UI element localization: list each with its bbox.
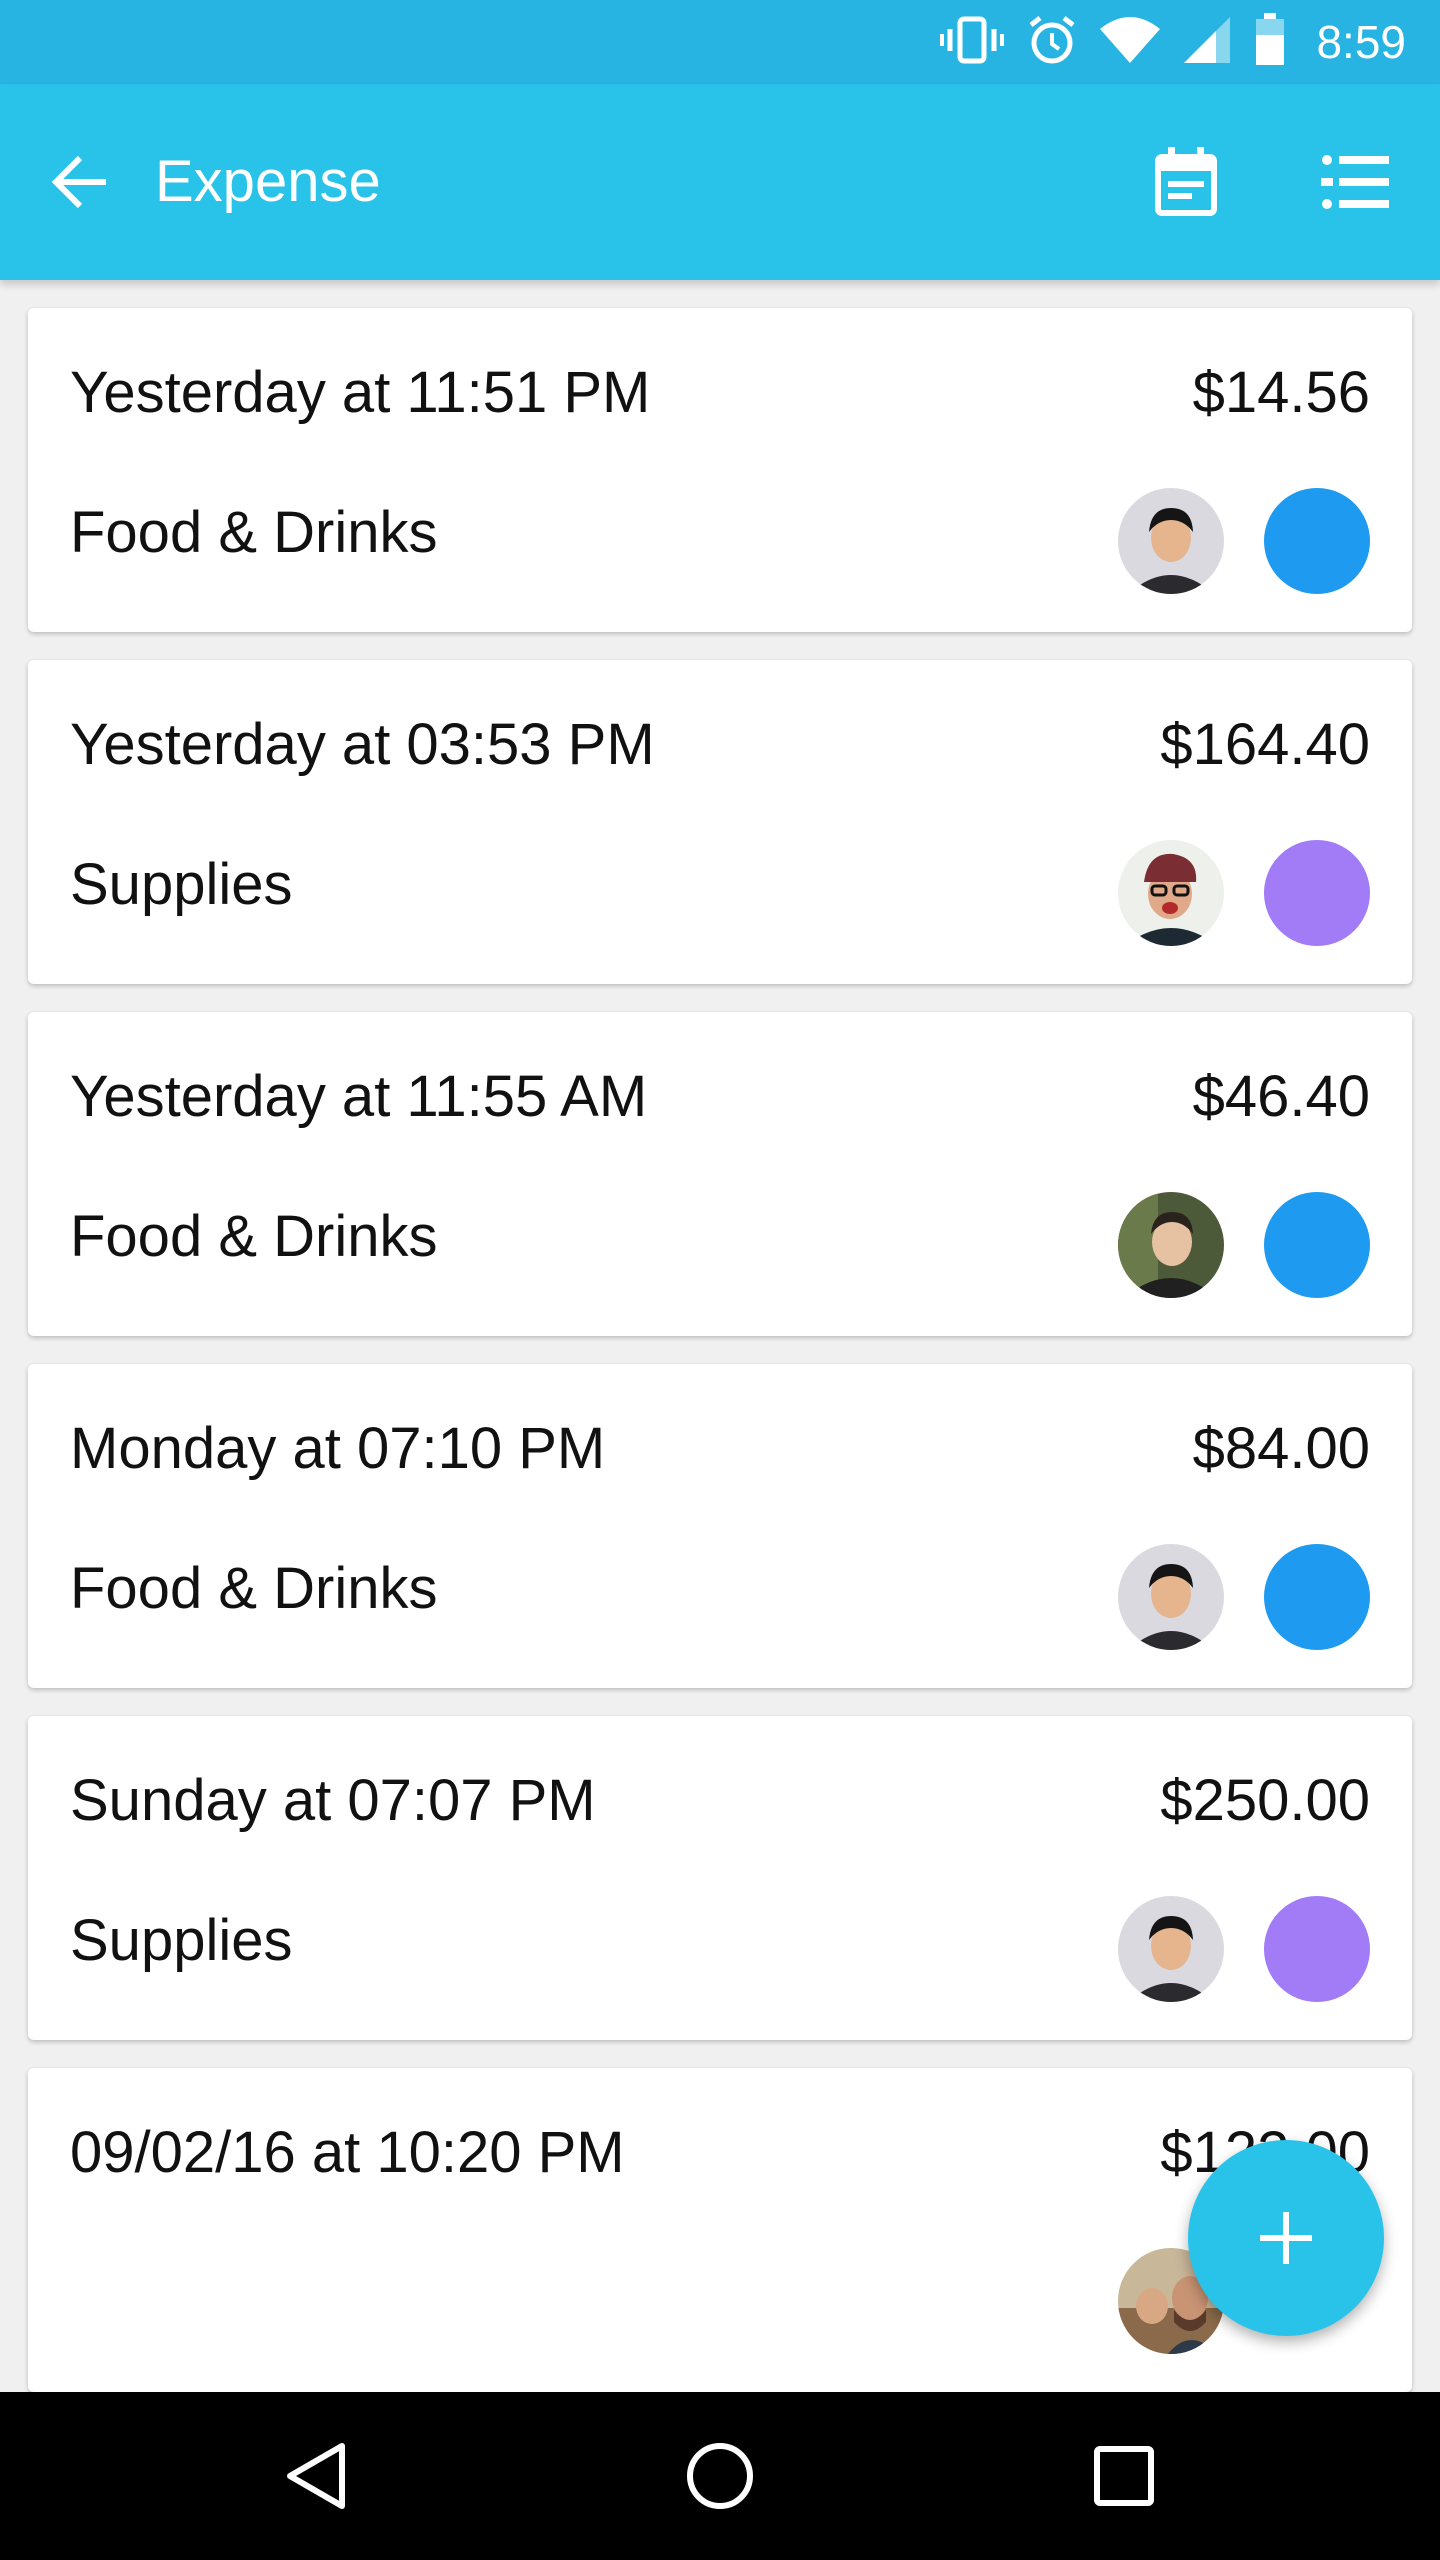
expense-category: Supplies bbox=[70, 1908, 293, 1973]
expense-card[interactable]: Monday at 07:10 PM $84.00 Food & Drinks bbox=[28, 1364, 1412, 1688]
vibrate-icon bbox=[940, 15, 1005, 70]
expense-amount: $46.40 bbox=[1192, 1064, 1370, 1129]
recents-square-icon bbox=[1094, 2446, 1154, 2506]
expense-card[interactable]: Yesterday at 11:51 PM $14.56 Food & Drin… bbox=[28, 308, 1412, 632]
expense-amount: $84.00 bbox=[1192, 1416, 1370, 1481]
add-expense-button[interactable] bbox=[1188, 2140, 1384, 2336]
wifi-icon bbox=[1100, 15, 1161, 70]
system-nav-bar bbox=[0, 2392, 1440, 2560]
back-triangle-icon bbox=[287, 2443, 345, 2509]
category-color-dot bbox=[1264, 488, 1370, 594]
expense-amount: $164.40 bbox=[1160, 712, 1370, 777]
category-color-dot bbox=[1264, 1896, 1370, 2002]
calendar-button[interactable] bbox=[1146, 142, 1226, 222]
arrow-back-icon bbox=[51, 155, 106, 209]
expense-card[interactable]: Yesterday at 11:55 AM $46.40 Food & Drin… bbox=[28, 1012, 1412, 1336]
avatar bbox=[1118, 1192, 1224, 1298]
app-bar: Expense bbox=[0, 84, 1440, 280]
expense-date: Yesterday at 11:51 PM bbox=[70, 360, 651, 425]
avatar bbox=[1118, 488, 1224, 594]
calendar-icon bbox=[1155, 147, 1217, 216]
expense-date: Yesterday at 11:55 AM bbox=[70, 1064, 648, 1129]
back-button[interactable] bbox=[40, 142, 120, 222]
avatar bbox=[1118, 1896, 1224, 2002]
expense-date: Sunday at 07:07 PM bbox=[70, 1768, 596, 1833]
list-view-icon bbox=[1321, 155, 1389, 209]
add-icon bbox=[1260, 2212, 1312, 2264]
expense-category: Supplies bbox=[70, 852, 293, 917]
list-view-button[interactable] bbox=[1316, 142, 1396, 222]
expense-category: Food & Drinks bbox=[70, 1556, 438, 1621]
nav-home-button[interactable] bbox=[670, 2426, 770, 2526]
avatar bbox=[1118, 1544, 1224, 1650]
expense-amount: $14.56 bbox=[1192, 360, 1370, 425]
expense-amount: $250.00 bbox=[1160, 1768, 1370, 1833]
status-icons: 8:59 bbox=[940, 0, 1406, 84]
expense-date: Yesterday at 03:53 PM bbox=[70, 712, 655, 777]
expense-date: Monday at 07:10 PM bbox=[70, 1416, 606, 1481]
status-bar: 8:59 bbox=[0, 0, 1440, 84]
category-color-dot bbox=[1264, 1544, 1370, 1650]
category-color-dot bbox=[1264, 1192, 1370, 1298]
expense-card[interactable]: Yesterday at 03:53 PM $164.40 Supplies bbox=[28, 660, 1412, 984]
expense-list[interactable]: Yesterday at 11:51 PM $14.56 Food & Drin… bbox=[0, 280, 1440, 2392]
avatar bbox=[1118, 840, 1224, 946]
expense-date: 09/02/16 at 10:20 PM bbox=[70, 2120, 625, 2185]
nav-recents-button[interactable] bbox=[1074, 2426, 1174, 2526]
battery-icon bbox=[1254, 12, 1286, 72]
expense-category: Food & Drinks bbox=[70, 1204, 438, 1269]
home-circle-icon bbox=[687, 2443, 753, 2509]
alarm-icon bbox=[1026, 14, 1078, 71]
category-color-dot bbox=[1264, 840, 1370, 946]
expense-category: Food & Drinks bbox=[70, 500, 438, 565]
signal-icon bbox=[1182, 15, 1232, 70]
status-time: 8:59 bbox=[1316, 16, 1406, 68]
page-title: Expense bbox=[155, 149, 381, 214]
expense-card[interactable]: Sunday at 07:07 PM $250.00 Supplies bbox=[28, 1716, 1412, 2040]
nav-back-button[interactable] bbox=[266, 2426, 366, 2526]
